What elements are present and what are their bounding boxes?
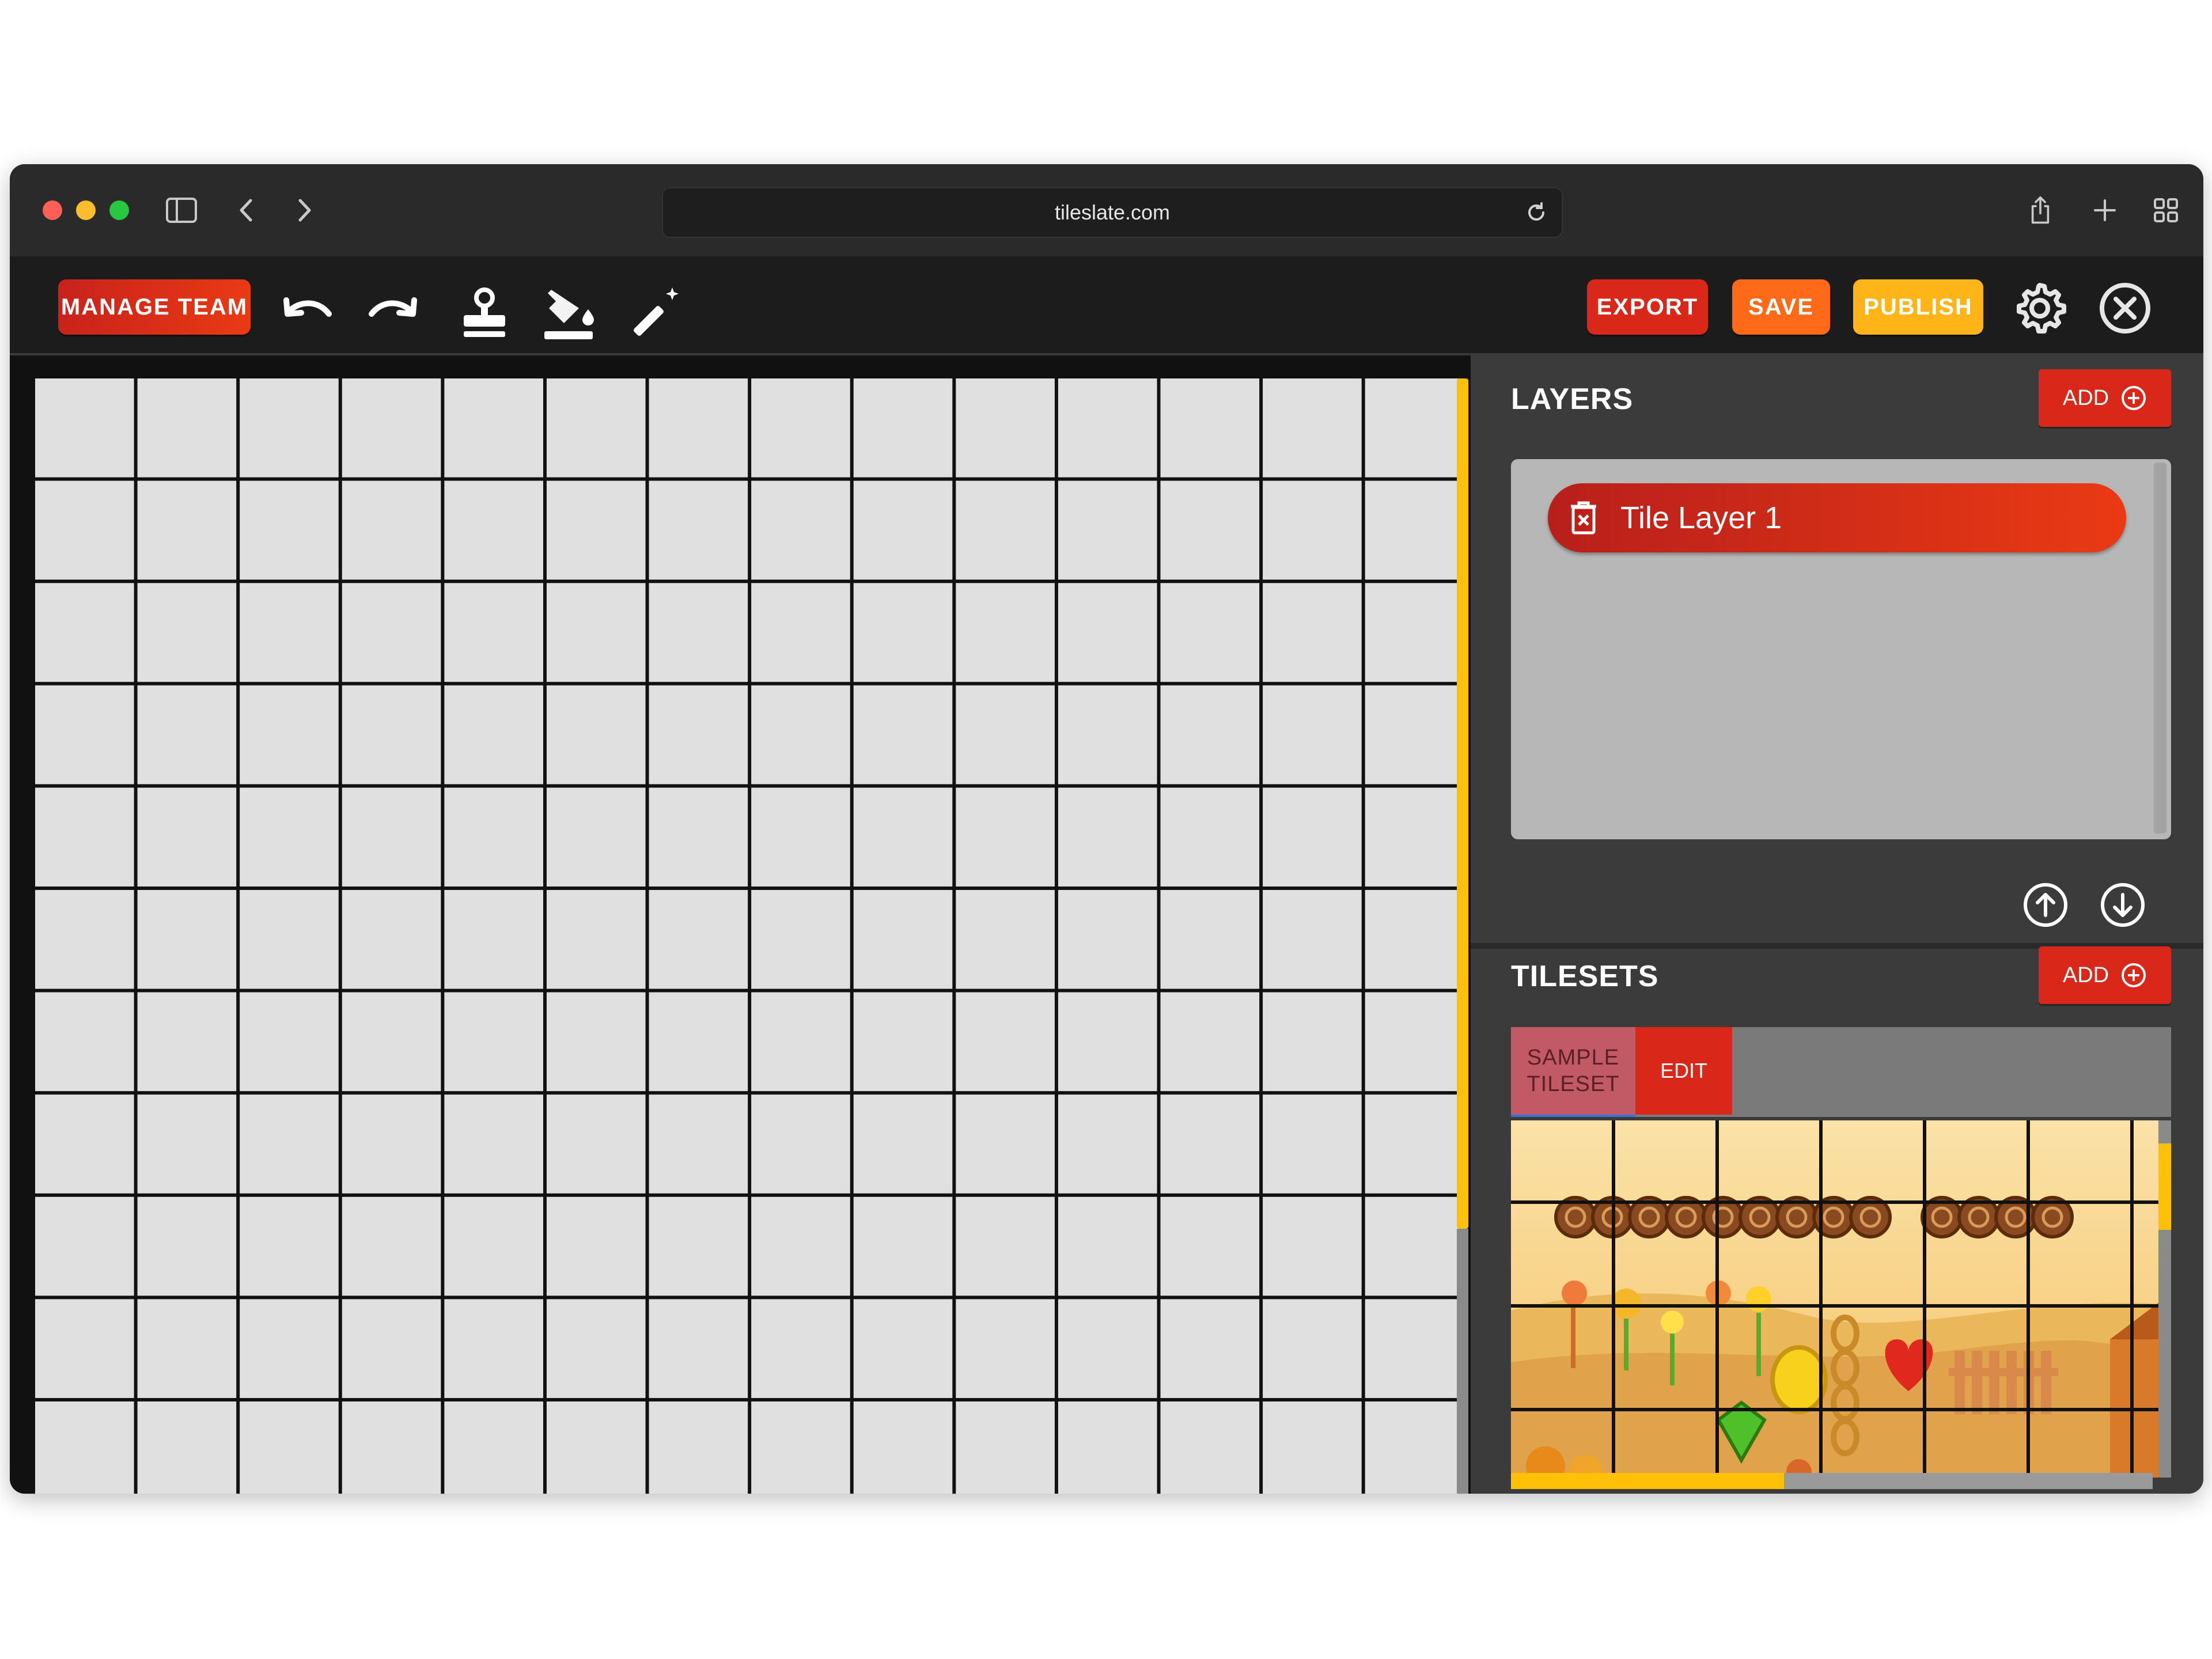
layers-title: LAYERS [1511, 382, 1634, 416]
tileset-vertical-scrollbar-track[interactable] [2158, 1120, 2171, 1478]
plus-circle-icon [2122, 963, 2146, 987]
canvas-scrollbar-thumb[interactable] [1457, 378, 1468, 1229]
stamp-icon[interactable] [456, 284, 513, 342]
minimize-window-button[interactable] [76, 200, 96, 220]
close-editor-icon[interactable] [2096, 279, 2154, 337]
close-window-button[interactable] [43, 200, 62, 220]
add-tileset-label: ADD [2062, 963, 2109, 987]
layer-item[interactable]: Tile Layer 1 [1548, 483, 2126, 552]
trash-icon[interactable] [1567, 499, 1600, 536]
back-icon[interactable] [234, 196, 257, 225]
undo-icon[interactable] [278, 284, 336, 342]
tab-sample-label-1: SAMPLE [1527, 1046, 1620, 1070]
app-toolbar: MANAGE TEAM EXPORT SAVE PUBLISH [10, 256, 2203, 355]
save-button[interactable]: SAVE [1732, 279, 1830, 335]
redo-icon[interactable] [365, 284, 422, 342]
fill-bucket-icon[interactable] [540, 284, 597, 342]
magic-wand-icon[interactable] [625, 284, 683, 342]
forward-icon[interactable] [293, 196, 316, 225]
tab-sample-label-2: TILESET [1527, 1072, 1620, 1096]
add-tileset-button[interactable]: ADD [2039, 946, 2171, 1004]
manage-team-button[interactable]: MANAGE TEAM [58, 279, 251, 335]
tileset-horizontal-scrollbar-track[interactable] [1784, 1473, 2153, 1489]
new-tab-icon[interactable] [2090, 196, 2119, 225]
right-sidebar: LAYERS ADD Tile Layer 1 TILESETS ADD SAM… [1471, 355, 2203, 1494]
move-layer-up-icon[interactable] [2022, 882, 2069, 928]
export-button[interactable]: EXPORT [1587, 279, 1708, 335]
layer-name: Tile Layer 1 [1620, 501, 1782, 535]
edit-tileset-button[interactable]: EDIT [1635, 1027, 1732, 1115]
sidebar-toggle-icon[interactable] [165, 196, 198, 225]
browser-window: tileslate.com MANAGE TEAM EXPORT SAVE PU… [10, 164, 2203, 1494]
add-layer-button[interactable]: ADD [2039, 369, 2171, 427]
layers-list: Tile Layer 1 [1511, 459, 2171, 839]
tileset-horizontal-scrollbar-thumb[interactable] [1511, 1473, 1784, 1489]
gear-icon[interactable] [2011, 279, 2069, 337]
map-canvas-area [10, 355, 1471, 1494]
move-layer-down-icon[interactable] [2100, 882, 2146, 928]
layers-scrollbar[interactable] [2154, 463, 2166, 834]
address-bar[interactable]: tileslate.com [662, 187, 1563, 238]
tilesets-title: TILESETS [1511, 960, 1659, 993]
reload-icon[interactable] [1524, 200, 1549, 225]
tile-grid-canvas[interactable] [35, 378, 1461, 1494]
maximize-window-button[interactable] [109, 200, 129, 220]
tab-overview-icon[interactable] [2152, 196, 2180, 225]
add-layer-label: ADD [2062, 385, 2109, 410]
tileset-tabs: SAMPLE TILESET EDIT [1511, 1027, 2171, 1117]
share-icon[interactable] [2026, 196, 2055, 225]
publish-button[interactable]: PUBLISH [1853, 279, 1983, 335]
tileset-preview[interactable] [1511, 1120, 2171, 1478]
tab-sample-tileset[interactable]: SAMPLE TILESET [1511, 1027, 1635, 1117]
canvas-scrollbar-track[interactable] [1457, 1229, 1468, 1494]
tileset-vertical-scrollbar-thumb[interactable] [2158, 1143, 2171, 1230]
browser-chrome: tileslate.com [10, 164, 2203, 256]
url-text: tileslate.com [1054, 200, 1171, 224]
tileset-image [1511, 1120, 2171, 1478]
plus-circle-icon [2122, 386, 2146, 410]
